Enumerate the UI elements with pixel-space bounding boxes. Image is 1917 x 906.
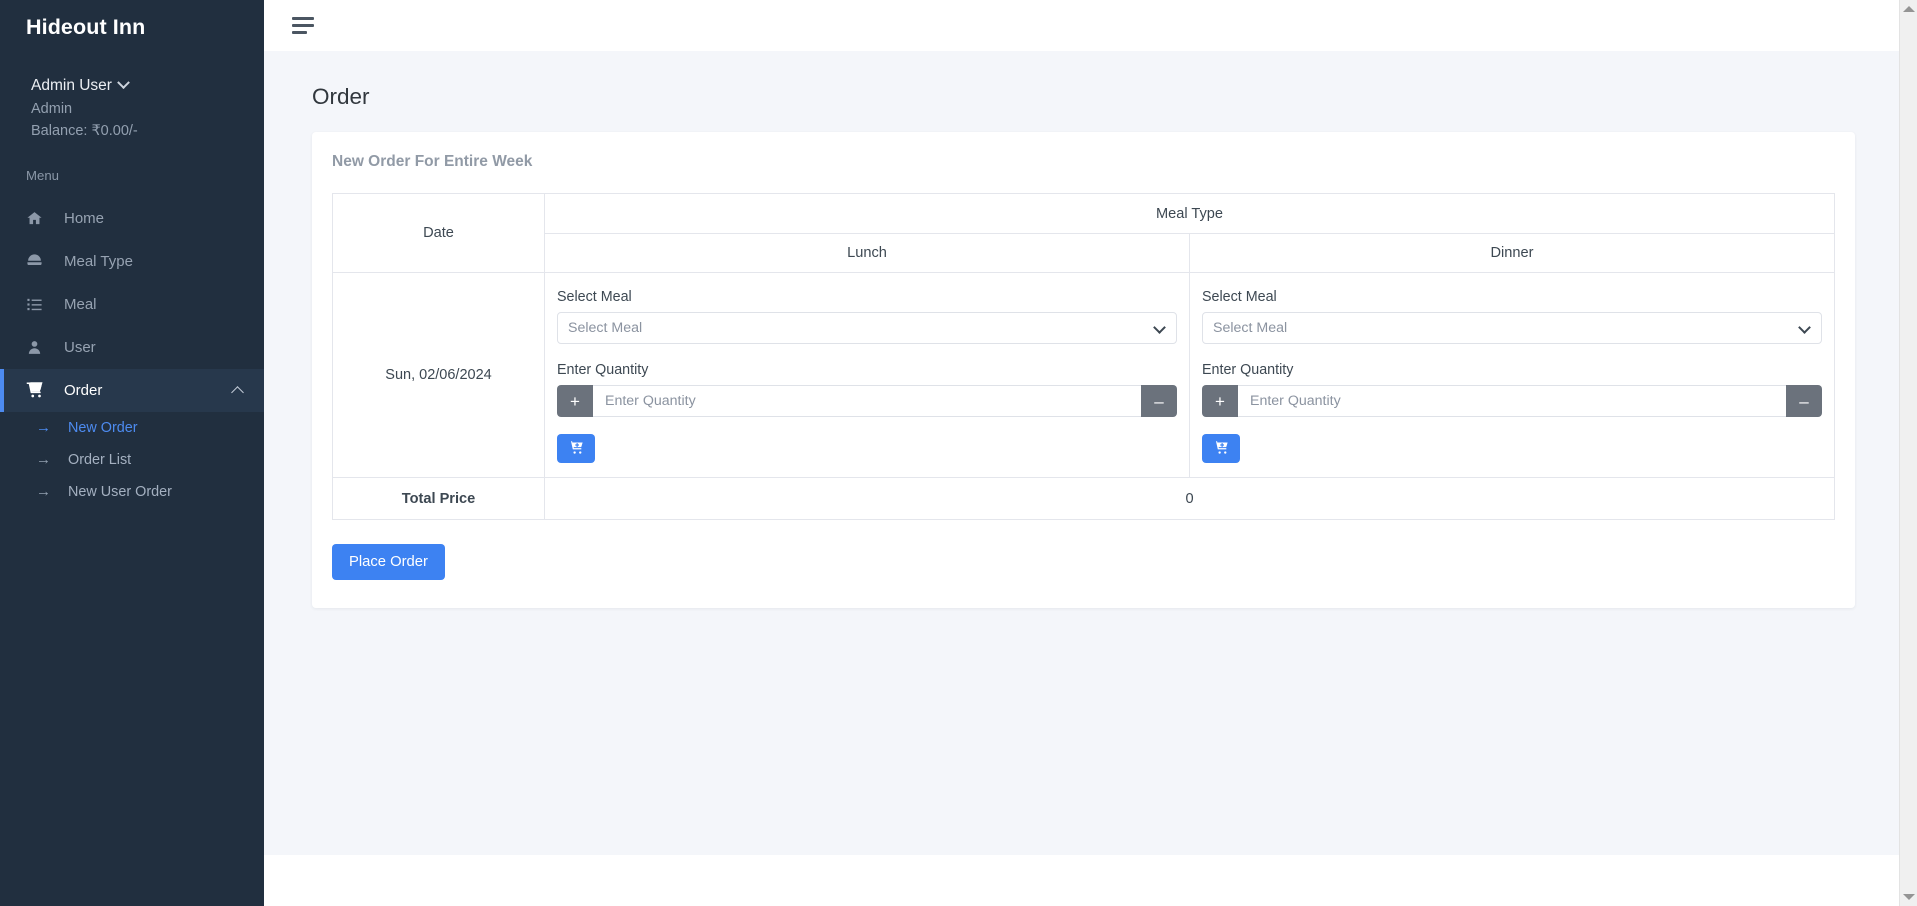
sidebar-item-label: Meal Type <box>64 252 133 270</box>
hamburger-bar <box>292 17 314 20</box>
content-area: Order New Order For Entire Week Date Mea… <box>264 51 1917 855</box>
home-icon <box>26 210 48 227</box>
topbar <box>264 0 1917 51</box>
table-header-row-1: Date Meal Type <box>332 193 1835 273</box>
arrow-right-icon: → <box>36 483 51 501</box>
cell-date: Sun, 02/06/2024 <box>332 272 545 478</box>
sidebar: Hideout Inn Admin User Admin Balance: ₹0… <box>0 0 264 906</box>
brand-title: Hideout Inn <box>26 14 146 39</box>
dinner-quantity-label: Enter Quantity <box>1202 362 1294 378</box>
user-balance: Balance: ₹0.00/- <box>31 122 138 139</box>
hamburger-menu-icon[interactable] <box>292 17 314 34</box>
dinner-quantity-input[interactable] <box>1238 385 1786 417</box>
cell-lunch: Select Meal Select Meal Enter Quantity + <box>544 272 1190 478</box>
bowl-icon <box>26 253 48 270</box>
lunch-select-meal-label: Select Meal <box>557 289 632 305</box>
chevron-up-icon <box>231 385 244 399</box>
place-order-button[interactable]: Place Order <box>332 544 445 580</box>
sidebar-item-home[interactable]: Home <box>0 197 264 240</box>
user-name-toggle[interactable]: Admin User <box>31 74 264 98</box>
cart-plus-icon <box>1213 440 1229 458</box>
hamburger-bar <box>292 24 314 27</box>
dinner-select-meal-wrap: Select Meal <box>1202 312 1822 344</box>
user-info-block: Admin User Admin Balance: ₹0.00/- <box>0 54 264 142</box>
order-table-body: Sun, 02/06/2024 Select Meal Select Meal … <box>332 272 1835 520</box>
table-header-row-2: Lunch Dinner <box>333 233 1835 273</box>
sidebar-item-label: User <box>64 338 96 356</box>
sidebar-item-label: Meal <box>64 295 97 313</box>
sidebar-item-label: Order <box>64 381 103 399</box>
sidebar-subitem-order-list[interactable]: → Order List <box>0 444 264 476</box>
column-header-lunch: Lunch <box>544 233 1190 273</box>
dinner-quantity-stepper: + – <box>1202 385 1822 417</box>
footer <box>264 855 1917 906</box>
arrow-right-icon: → <box>36 451 51 469</box>
sidebar-item-meal-type[interactable]: Meal Type <box>0 240 264 283</box>
dinner-increment-button[interactable]: + <box>1202 385 1238 417</box>
column-header-date: Date <box>332 193 545 273</box>
column-header-dinner: Dinner <box>1189 233 1835 273</box>
arrow-right-icon: → <box>36 419 51 437</box>
dinner-add-to-cart-button[interactable] <box>1202 434 1240 463</box>
lunch-decrement-button[interactable]: – <box>1141 385 1177 417</box>
sidebar-item-meal[interactable]: Meal <box>0 283 264 326</box>
list-icon <box>26 296 48 313</box>
dinner-select-meal[interactable]: Select Meal <box>1202 312 1822 344</box>
order-table-head: Date Meal Type Lunch Dinner <box>332 193 1835 273</box>
table-row: Sun, 02/06/2024 Select Meal Select Meal … <box>332 272 1835 478</box>
cart-plus-icon <box>568 440 584 458</box>
scroll-down-arrow-icon[interactable] <box>1903 894 1915 900</box>
user-icon <box>26 339 48 356</box>
sidebar-subitem-label: New User Order <box>68 483 172 500</box>
total-price-label: Total Price <box>332 477 545 520</box>
order-card: New Order For Entire Week Date Meal Type… <box>312 132 1855 608</box>
lunch-quantity-stepper: + – <box>557 385 1177 417</box>
lunch-quantity-input[interactable] <box>593 385 1141 417</box>
sidebar-item-label: Home <box>64 209 105 227</box>
sidebar-subitem-label: New Order <box>68 419 138 436</box>
cart-icon <box>26 381 48 399</box>
sidebar-subitem-new-user-order[interactable]: → New User Order <box>0 476 264 508</box>
lunch-add-to-cart-button[interactable] <box>557 434 595 463</box>
user-name-label: Admin User <box>31 77 112 94</box>
sidebar-subitem-new-order[interactable]: → New Order <box>0 412 264 444</box>
dinner-decrement-button[interactable]: – <box>1786 385 1822 417</box>
column-header-meal-type: Meal Type <box>544 193 1835 234</box>
sidebar-item-user[interactable]: User <box>0 326 264 369</box>
lunch-quantity-label: Enter Quantity <box>557 362 649 378</box>
cell-dinner: Select Meal Select Meal Enter Quantity + <box>1189 272 1835 478</box>
scroll-up-arrow-icon[interactable] <box>1903 6 1915 12</box>
table-total-row: Total Price 0 <box>332 477 1835 520</box>
sidebar-nav: Home Meal Type Meal User Order → New Ord… <box>0 197 264 508</box>
user-role: Admin <box>31 100 73 117</box>
menu-section-label: Menu <box>26 167 59 183</box>
vertical-scrollbar[interactable] <box>1899 0 1917 906</box>
lunch-select-meal-wrap: Select Meal <box>557 312 1177 344</box>
total-price-value: 0 <box>544 477 1835 520</box>
main-pane: Order New Order For Entire Week Date Mea… <box>264 0 1917 906</box>
sidebar-subitem-label: Order List <box>68 451 132 468</box>
hamburger-bar <box>292 31 307 34</box>
order-table: Date Meal Type Lunch Dinner Sun, 02/06/2… <box>332 193 1835 520</box>
page-title: Order <box>312 84 370 109</box>
dinner-select-meal-label: Select Meal <box>1202 289 1277 305</box>
lunch-increment-button[interactable]: + <box>557 385 593 417</box>
lunch-select-meal[interactable]: Select Meal <box>557 312 1177 344</box>
chevron-down-icon <box>117 76 130 90</box>
sidebar-item-order[interactable]: Order <box>0 368 264 412</box>
card-title: New Order For Entire Week <box>332 153 533 170</box>
